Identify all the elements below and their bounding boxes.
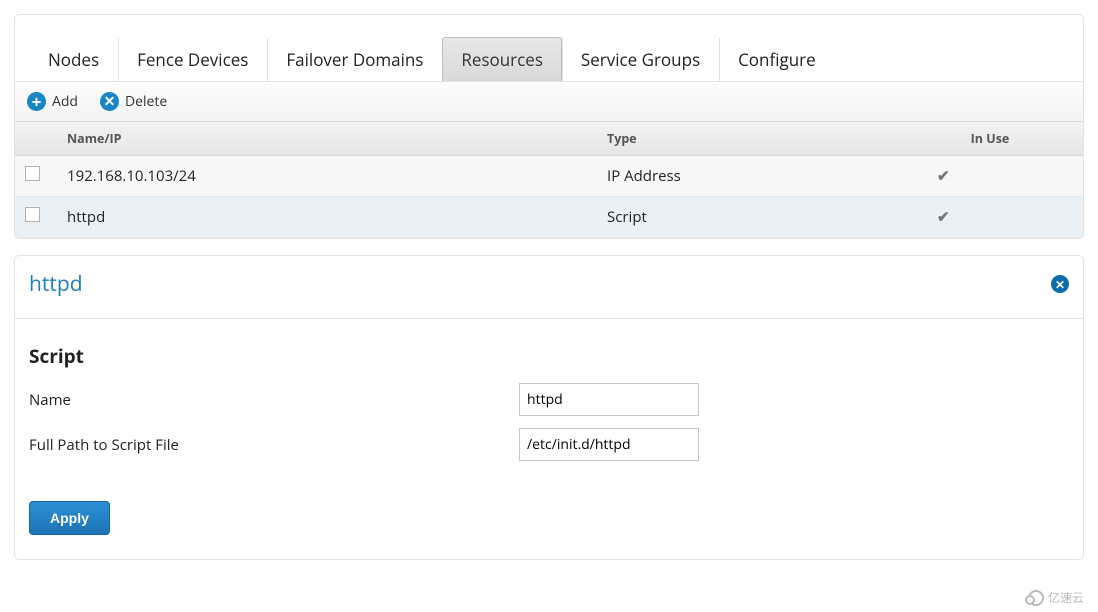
- col-type[interactable]: Type: [597, 122, 897, 156]
- row-checkbox[interactable]: [25, 166, 40, 181]
- delete-label: Delete: [125, 92, 167, 111]
- cell-name: httpd: [57, 197, 597, 238]
- cell-name: 192.168.10.103/24: [57, 156, 597, 197]
- row-checkbox[interactable]: [25, 207, 40, 222]
- field-path-row: Full Path to Script File: [15, 422, 1083, 467]
- toolbar: + Add ✕ Delete: [15, 81, 1083, 122]
- path-input[interactable]: [519, 428, 699, 461]
- x-icon: ✕: [100, 92, 119, 111]
- check-icon: ✔: [937, 166, 950, 186]
- close-icon[interactable]: ✕: [1051, 275, 1069, 293]
- path-label: Full Path to Script File: [29, 435, 519, 455]
- col-name-ip[interactable]: Name/IP: [57, 122, 597, 156]
- tab-resources[interactable]: Resources: [442, 37, 562, 81]
- add-label: Add: [52, 92, 78, 111]
- tab-bar: Nodes Fence Devices Failover Domains Res…: [15, 15, 1083, 81]
- tab-service-groups[interactable]: Service Groups: [562, 37, 719, 81]
- cell-type: IP Address: [597, 156, 897, 197]
- tab-failover-domains[interactable]: Failover Domains: [267, 37, 442, 81]
- col-checkbox: [15, 122, 57, 156]
- detail-title: httpd: [29, 270, 83, 298]
- resources-table: Name/IP Type In Use 192.168.10.103/24 IP…: [15, 122, 1083, 238]
- name-input[interactable]: [519, 383, 699, 416]
- resource-detail-panel: httpd ✕ Script Name Full Path to Script …: [14, 255, 1084, 560]
- table-row[interactable]: httpd Script ✔: [15, 197, 1083, 238]
- cloud-icon: [1028, 590, 1044, 606]
- tab-nodes[interactable]: Nodes: [29, 37, 118, 81]
- watermark: 亿速云: [1028, 589, 1084, 606]
- plus-icon: +: [27, 92, 46, 111]
- table-row[interactable]: 192.168.10.103/24 IP Address ✔: [15, 156, 1083, 197]
- watermark-text: 亿速云: [1048, 589, 1084, 606]
- tab-configure[interactable]: Configure: [719, 37, 835, 81]
- section-title: Script: [15, 319, 1083, 377]
- col-in-use[interactable]: In Use: [897, 122, 1083, 156]
- name-label: Name: [29, 390, 519, 410]
- delete-button[interactable]: ✕ Delete: [100, 92, 167, 111]
- cell-type: Script: [597, 197, 897, 238]
- check-icon: ✔: [937, 207, 950, 227]
- add-button[interactable]: + Add: [27, 92, 78, 111]
- field-name-row: Name: [15, 377, 1083, 422]
- resources-panel: Nodes Fence Devices Failover Domains Res…: [14, 14, 1084, 239]
- tab-fence-devices[interactable]: Fence Devices: [118, 37, 267, 81]
- apply-button[interactable]: Apply: [29, 501, 110, 535]
